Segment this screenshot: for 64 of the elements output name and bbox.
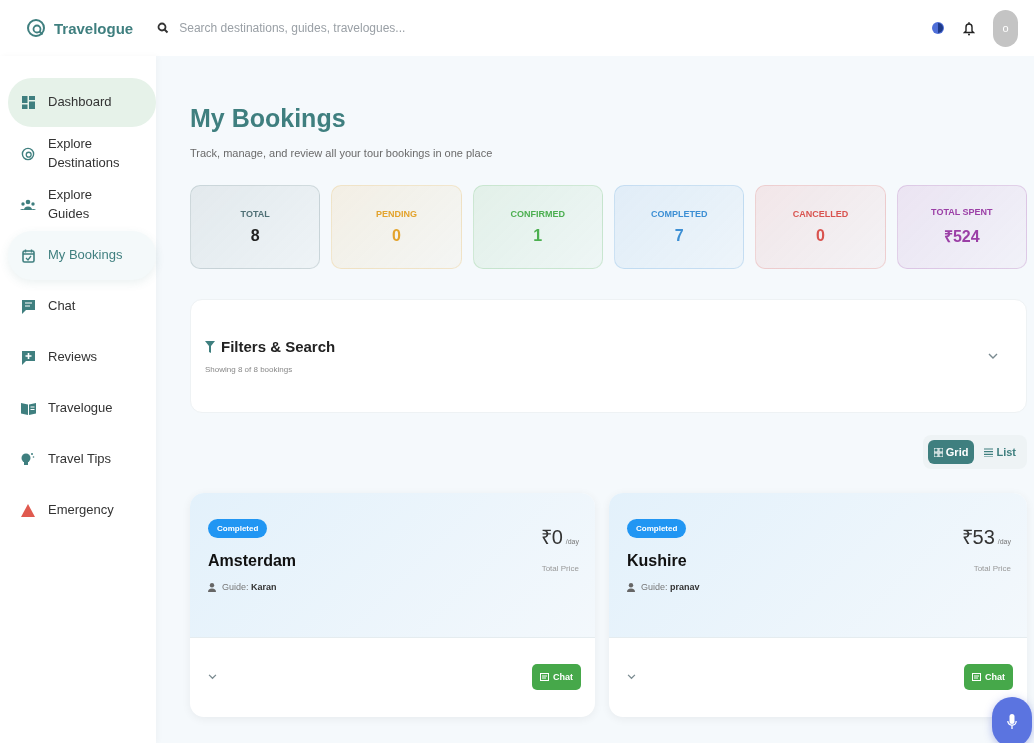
- filters-title: Filters & Search: [221, 338, 336, 355]
- stat-label: CONFIRMED: [510, 209, 566, 219]
- stat-label: PENDING: [376, 209, 417, 219]
- sidebar-item[interactable]: Explore Destinations: [8, 129, 156, 178]
- bell-icon[interactable]: [963, 20, 975, 36]
- sidebar-item[interactable]: Emergency: [8, 486, 156, 535]
- calendar-check-icon: [21, 248, 35, 263]
- sidebar-item[interactable]: Chat: [8, 282, 156, 331]
- filter-icon: [205, 340, 215, 353]
- person-icon: [208, 582, 216, 592]
- stat-value: 7: [674, 227, 684, 245]
- sidebar-item[interactable]: My Bookings: [8, 231, 156, 280]
- book-icon: [20, 402, 36, 415]
- globe-logo-icon: [26, 18, 46, 38]
- people-icon: [20, 199, 36, 210]
- page-subtitle: Track, manage, and review all your tour bookings in one place: [190, 147, 494, 159]
- chevron-icon[interactable]: [627, 674, 636, 680]
- status-badge: Completed: [627, 519, 687, 538]
- guide-text: Guide: pranav: [641, 582, 700, 592]
- grid-icon: [21, 96, 35, 109]
- sidebar-item[interactable]: Travelogue: [8, 384, 156, 433]
- review-icon: [21, 350, 35, 365]
- brand-name[interactable]: Travelogue: [54, 19, 134, 37]
- chevron-icon[interactable]: [208, 674, 217, 680]
- price: ₹53: [961, 525, 995, 550]
- stat-label: TOTAL: [240, 209, 270, 219]
- globe-icon: [21, 146, 35, 161]
- theme-toggle-icon[interactable]: [931, 20, 945, 36]
- price-label: Total Price: [973, 564, 1011, 573]
- stat-value: 0: [392, 227, 401, 245]
- view-button[interactable]: List: [978, 440, 1022, 464]
- stat-label: COMPLETED: [650, 209, 708, 219]
- sidebar-item[interactable]: Travel Tips: [8, 435, 156, 484]
- price: ₹0: [540, 525, 563, 550]
- warning-icon: [21, 504, 35, 517]
- microphone-button[interactable]: [992, 697, 1032, 743]
- list-icon: [984, 447, 994, 457]
- view-button[interactable]: Grid: [927, 440, 975, 464]
- destination-name: Amsterdam: [208, 552, 297, 570]
- lightbulb-icon: [21, 452, 35, 467]
- stat-value: 0: [816, 227, 825, 245]
- stat-value: ₹524: [943, 227, 980, 247]
- status-badge: Completed: [208, 519, 268, 538]
- chat-icon: [21, 299, 35, 314]
- page-title: My Bookings: [190, 104, 347, 133]
- filters-summary: Showing 8 of 8 bookings: [205, 365, 294, 374]
- stat-label: CANCELLED: [792, 209, 849, 219]
- person-icon: [627, 582, 635, 592]
- price-label: Total Price: [541, 564, 579, 573]
- stat-value: 8: [250, 227, 260, 245]
- search-field[interactable]: Search destinations, guides, travelogues...: [177, 20, 442, 36]
- chevron-icon[interactable]: [988, 352, 998, 360]
- sidebar-item[interactable]: Dashboard: [8, 78, 156, 127]
- stat-label: TOTAL SPENT: [931, 207, 993, 217]
- sidebar-item[interactable]: Reviews: [8, 333, 156, 382]
- stat-value: 1: [533, 227, 543, 245]
- destination-name: Kushire: [627, 552, 687, 570]
- grid-icon: [933, 447, 943, 457]
- microphone-icon: [1007, 714, 1017, 730]
- search-icon: [157, 22, 170, 34]
- chat-icon: [540, 672, 549, 682]
- guide-text: Guide: Karan: [222, 582, 277, 592]
- chat-icon: [972, 672, 981, 682]
- sidebar-item[interactable]: Explore Guides: [8, 180, 156, 229]
